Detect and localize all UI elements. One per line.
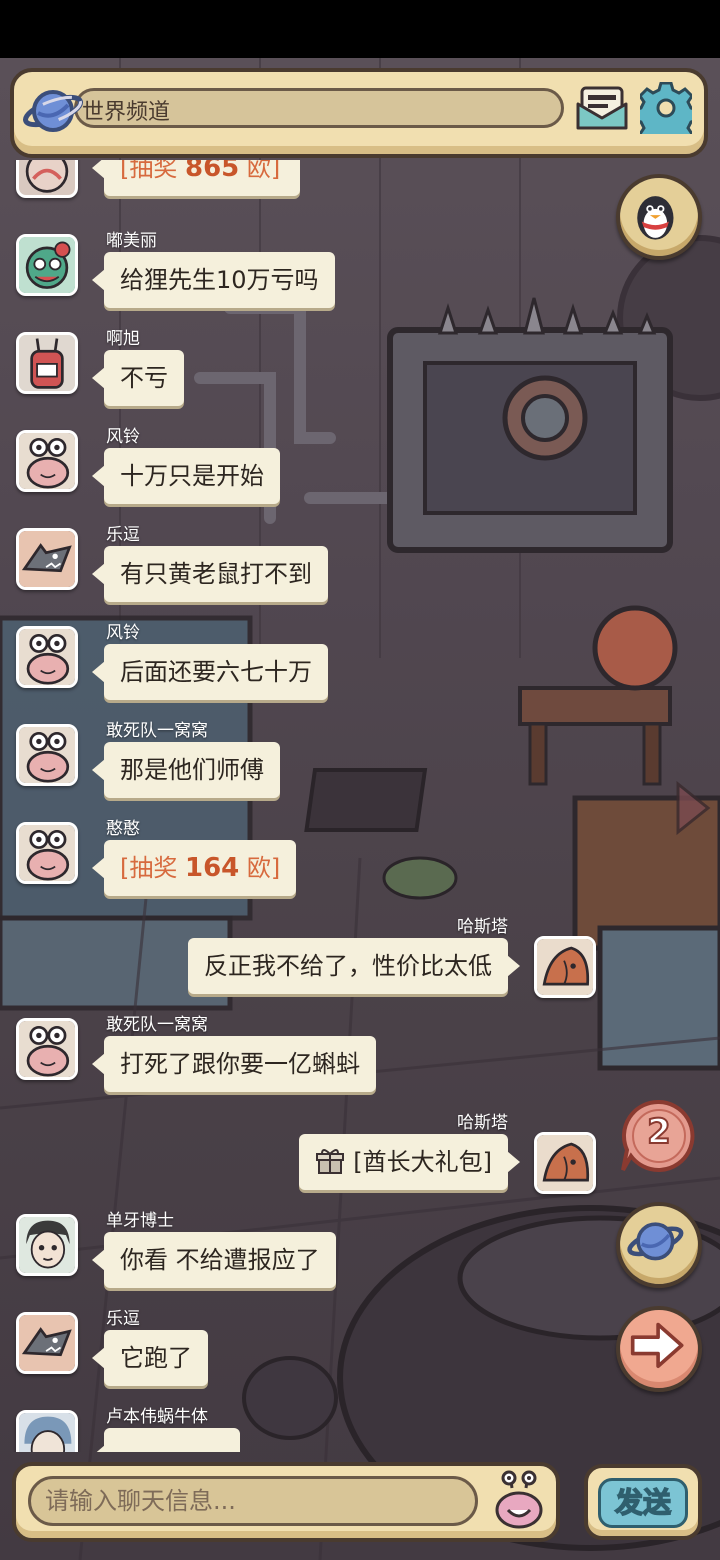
gift-icon — [316, 1149, 345, 1174]
sender-name: 憨憨 — [106, 819, 140, 839]
sender-name: 哈斯塔 — [457, 1113, 508, 1133]
mail-icon[interactable] — [576, 84, 628, 132]
message-bubble: 给狸先生10万亏吗 — [92, 252, 335, 308]
user-avatar[interactable] — [16, 528, 78, 590]
penguin-icon — [637, 196, 674, 240]
message-bubble: 反正我不给了，性价比太低 — [188, 938, 520, 994]
penguin-button[interactable] — [616, 174, 702, 260]
user-avatar[interactable] — [16, 1214, 78, 1276]
sender-name: 乐逗 — [106, 525, 140, 545]
user-avatar[interactable] — [16, 724, 78, 786]
forward-button[interactable] — [616, 1306, 702, 1392]
send-button-label: 发送 — [598, 1478, 688, 1528]
message-bubble: 它跑了 — [92, 1330, 208, 1386]
sender-name: 嘟美丽 — [106, 231, 157, 251]
user-avatar[interactable] — [16, 822, 78, 884]
gear-icon[interactable] — [640, 82, 692, 134]
sender-name: 风铃 — [106, 427, 140, 447]
user-avatar[interactable] — [16, 234, 78, 296]
sender-name: 单牙博士 — [106, 1211, 174, 1231]
unread-count: 2 — [646, 1111, 672, 1153]
planet-icon — [627, 1222, 684, 1261]
lottery-message-bubble[interactable]: [抽奖 164 欧] — [91, 840, 297, 896]
chat-message-list[interactable]: [抽奖 865 欧] 嘟美丽 给狸先生10万亏吗 啊旭 不亏 风铃 十万只是开始… — [0, 160, 720, 1452]
user-avatar[interactable] — [534, 1132, 596, 1194]
message-bubble — [92, 1428, 240, 1452]
sender-name: 乐逗 — [106, 1309, 140, 1329]
lottery-message-bubble: [抽奖 865 欧] — [92, 160, 300, 196]
message-bubble: 十万只是开始 — [92, 448, 280, 504]
sender-name: 哈斯塔 — [457, 917, 508, 937]
sender-name: 啊旭 — [106, 329, 140, 349]
message-bubble: 有只黄老鼠打不到 — [92, 546, 328, 602]
status-bar — [0, 0, 720, 58]
gift-message-bubble[interactable]: [酋长大礼包] — [299, 1134, 520, 1190]
message-bubble: 后面还要六七十万 — [92, 644, 328, 700]
sender-name: 卢本伟蜗牛体 — [106, 1407, 208, 1427]
message-bubble: 那是他们师傅 — [92, 742, 280, 798]
sender-name: 敢死队一窝窝 — [106, 721, 208, 741]
collapse-arrow-icon[interactable] — [672, 780, 712, 836]
user-avatar[interactable] — [16, 332, 78, 394]
user-avatar[interactable] — [16, 430, 78, 492]
user-avatar[interactable] — [534, 936, 596, 998]
chat-input[interactable] — [28, 1476, 478, 1526]
message-bubble: 你看 不给遭报应了 — [92, 1232, 336, 1288]
send-button[interactable]: 发送 — [584, 1464, 702, 1540]
user-avatar[interactable] — [16, 1410, 78, 1452]
arrow-right-icon — [630, 1322, 684, 1369]
user-avatar[interactable] — [16, 626, 78, 688]
emoji-snail-icon[interactable] — [490, 1470, 546, 1530]
planet-icon[interactable] — [22, 83, 84, 139]
sender-name: 风铃 — [106, 623, 140, 643]
message-bubble: 打死了跟你要一亿蝌蚪 — [92, 1036, 376, 1092]
user-avatar[interactable] — [16, 1312, 78, 1374]
world-channel-button[interactable] — [616, 1202, 702, 1288]
sender-name: 敢死队一窝窝 — [106, 1015, 208, 1035]
user-avatar[interactable] — [16, 1018, 78, 1080]
user-avatar[interactable] — [16, 160, 78, 198]
channel-label: 世界频道 — [82, 100, 171, 125]
message-bubble: 不亏 — [92, 350, 184, 406]
